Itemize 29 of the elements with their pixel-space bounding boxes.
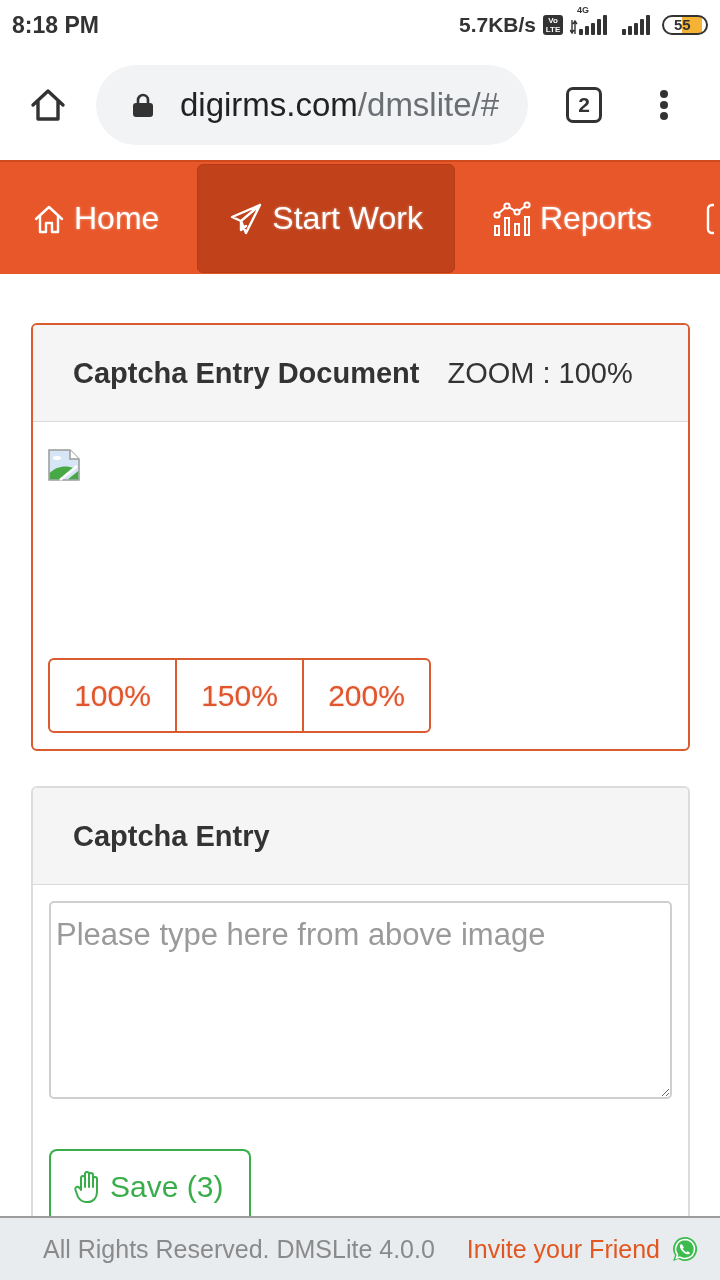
captcha-input[interactable]: Please type here from above image: [49, 901, 672, 1099]
card-title: Captcha Entry Document: [73, 356, 420, 390]
bar-chart-icon: [492, 200, 531, 237]
lock-icon: [133, 93, 153, 117]
paper-plane-icon: [229, 201, 264, 236]
zoom-button[interactable]: 150%: [175, 658, 304, 733]
cell-signal-icon: [622, 15, 652, 35]
phone-chat-icon: [672, 1236, 698, 1262]
more-options-icon[interactable]: [659, 90, 669, 120]
zoom-label: ZOOM : 100%: [447, 356, 633, 390]
card-title: Captcha Entry: [73, 819, 270, 853]
tab-switcher-button[interactable]: 2: [566, 87, 602, 123]
network-speed: 5.7KB/s: [458, 13, 536, 37]
address-bar[interactable]: digirms.com/dmslite/#: [96, 65, 528, 145]
nav-item[interactable]: Home: [1, 164, 192, 273]
nav-item[interactable]: Reports: [460, 164, 684, 273]
url-text: digirms.com/dmslite/#: [180, 86, 500, 124]
broken-image-icon: [48, 449, 80, 481]
status-time: 8:18 PM: [12, 11, 99, 39]
nav-item[interactable]: Start Work: [197, 164, 455, 273]
volte-badge: Vo LTE: [543, 15, 563, 35]
home-icon[interactable]: [30, 87, 66, 123]
save-button[interactable]: Save (3): [49, 1149, 251, 1216]
battery-indicator: 55: [662, 15, 708, 35]
zoom-button[interactable]: 100%: [48, 658, 177, 733]
network-type-label: 4G: [577, 5, 589, 15]
copyright-text: All Rights Reserved. DMSLite 4.0.0: [43, 1234, 435, 1264]
zoom-button[interactable]: 200%: [302, 658, 431, 733]
invite-link[interactable]: Invite your Friend: [466, 1234, 660, 1264]
